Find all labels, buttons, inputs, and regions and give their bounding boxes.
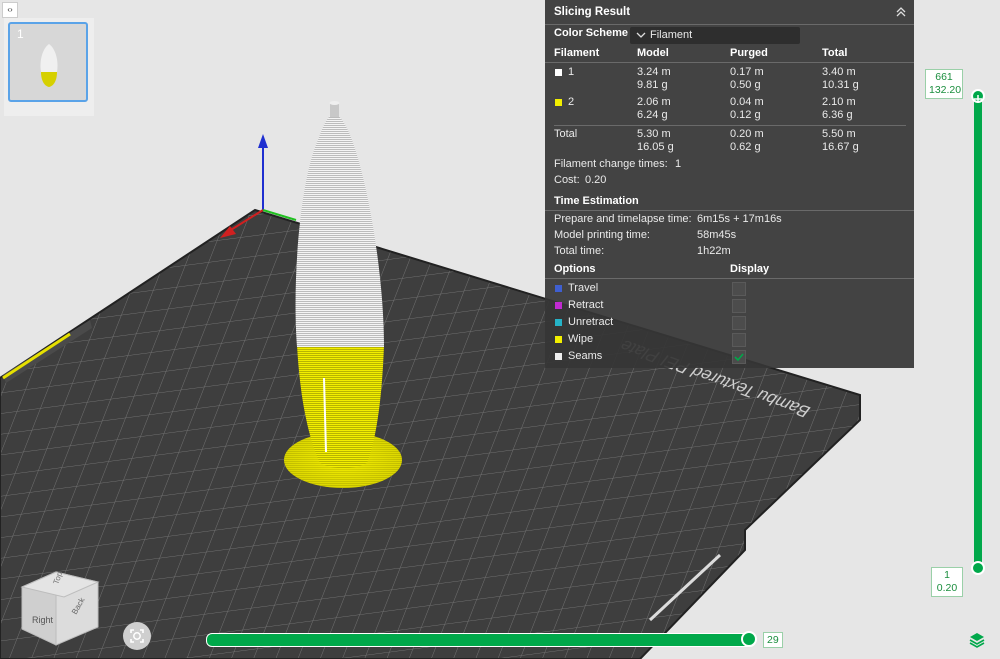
wipe-checkbox[interactable] (732, 333, 746, 347)
filament-1-purged-len: 0.17 m (730, 66, 764, 78)
time-row-value: 6m15s + 17m16s (697, 213, 782, 225)
retract-swatch (555, 302, 562, 309)
plus-icon (974, 95, 982, 103)
move-slider-handle[interactable] (741, 631, 757, 647)
filament-2-purged-len: 0.04 m (730, 96, 764, 108)
col-header-total: Total (822, 47, 848, 59)
option-unretract-label: Unretract (568, 316, 614, 328)
panel-title: Slicing Result (554, 6, 631, 18)
model-thumbnail-icon (40, 44, 58, 87)
time-row-value: 1h22m (697, 245, 731, 257)
top-layer-height: 132.20 (929, 84, 962, 96)
filament-2-swatch (555, 99, 562, 106)
divider (545, 278, 914, 279)
recenter-view-button[interactable] (123, 622, 151, 650)
cost-value: 0.20 (585, 174, 607, 186)
seams-checkbox[interactable] (732, 350, 746, 364)
seams-swatch (555, 353, 562, 360)
cost-label: Cost: (554, 174, 580, 186)
filament-1-purged-wt: 0.50 g (730, 79, 761, 91)
total-purged-len: 0.20 m (730, 128, 764, 140)
cube-right-label: Right (32, 615, 54, 625)
col-header-model: Model (637, 47, 669, 59)
filament-2-total-len: 2.10 m (822, 96, 856, 108)
time-row-value: 58m45s (697, 229, 737, 241)
plate-thumbnail[interactable]: 1 (8, 22, 88, 102)
color-scheme-label: Color Scheme (554, 27, 628, 39)
time-estimation-title: Time Estimation (554, 195, 639, 207)
layer-slider-top-label: 661 132.20 (925, 69, 963, 99)
filament-1-total-wt: 10.31 g (822, 79, 859, 91)
divider (545, 62, 914, 63)
option-travel-label: Travel (568, 282, 599, 294)
options-header: Options (554, 263, 596, 275)
layer-slider-bottom-handle[interactable] (971, 561, 985, 575)
sidebar-toggle-icon[interactable]: ‹› (2, 2, 18, 18)
camera-focus-icon (130, 629, 144, 643)
time-row-label: Total time: (554, 245, 605, 257)
layer-slider-top-handle[interactable] (971, 89, 985, 103)
travel-swatch (555, 285, 562, 292)
filament-2-id: 2 (568, 96, 575, 108)
filament-change-label: Filament change times: (554, 158, 668, 170)
move-slider-value: 29 (763, 632, 783, 648)
col-header-purged: Purged (730, 47, 768, 59)
chevron-down-icon (636, 32, 646, 38)
filament-2-model-len: 2.06 m (637, 96, 671, 108)
option-seams-label: Seams (568, 350, 603, 362)
bottom-layer-number: 1 (944, 569, 950, 581)
total-total-len: 5.50 m (822, 128, 856, 140)
display-header: Display (730, 263, 770, 275)
total-total-wt: 16.67 g (822, 141, 859, 153)
time-row-label: Model printing time: (554, 229, 650, 241)
filament-change-value: 1 (675, 158, 682, 170)
plate-number: 1 (17, 27, 24, 41)
total-model-len: 5.30 m (637, 128, 671, 140)
filament-1-model-len: 3.24 m (637, 66, 671, 78)
layer-slider-track[interactable] (974, 96, 982, 568)
move-slider-track[interactable] (206, 633, 756, 647)
total-purged-wt: 0.62 g (730, 141, 761, 153)
navigation-cube[interactable]: Top Right Back (18, 567, 104, 653)
filament-2-total-wt: 6.36 g (822, 109, 853, 121)
bottom-layer-height: 0.20 (936, 582, 958, 594)
collapse-icon[interactable] (894, 4, 908, 18)
option-retract-label: Retract (568, 299, 604, 311)
filament-2-purged-wt: 0.12 g (730, 109, 761, 121)
total-model-wt: 16.05 g (637, 141, 674, 153)
filament-1-id: 1 (568, 66, 575, 78)
travel-checkbox[interactable] (732, 282, 746, 296)
check-icon (734, 353, 744, 362)
top-layer-number: 661 (935, 71, 953, 83)
filament-1-total-len: 3.40 m (822, 66, 856, 78)
layers-icon[interactable] (968, 631, 986, 649)
filament-1-model-wt: 9.81 g (637, 79, 668, 91)
time-row-label: Prepare and timelapse time: (554, 213, 692, 225)
unretract-swatch (555, 319, 562, 326)
slicing-result-panel: Slicing Result Color Scheme Filament Fil… (545, 0, 914, 368)
divider (545, 210, 914, 211)
plate-thumbnail-panel: 1 (4, 18, 94, 116)
filament-1-swatch (555, 69, 562, 76)
divider (554, 125, 906, 126)
retract-checkbox[interactable] (732, 299, 746, 313)
color-scheme-dropdown[interactable]: Filament (630, 27, 800, 44)
col-header-filament: Filament (554, 47, 600, 59)
panel-header: Slicing Result (545, 0, 914, 25)
layer-slider-bottom-label: 1 0.20 (931, 567, 963, 597)
option-wipe-label: Wipe (568, 333, 594, 345)
color-scheme-value: Filament (650, 29, 693, 41)
wipe-swatch (555, 336, 562, 343)
total-label: Total (554, 128, 578, 140)
unretract-checkbox[interactable] (732, 316, 746, 330)
filament-2-model-wt: 6.24 g (637, 109, 668, 121)
